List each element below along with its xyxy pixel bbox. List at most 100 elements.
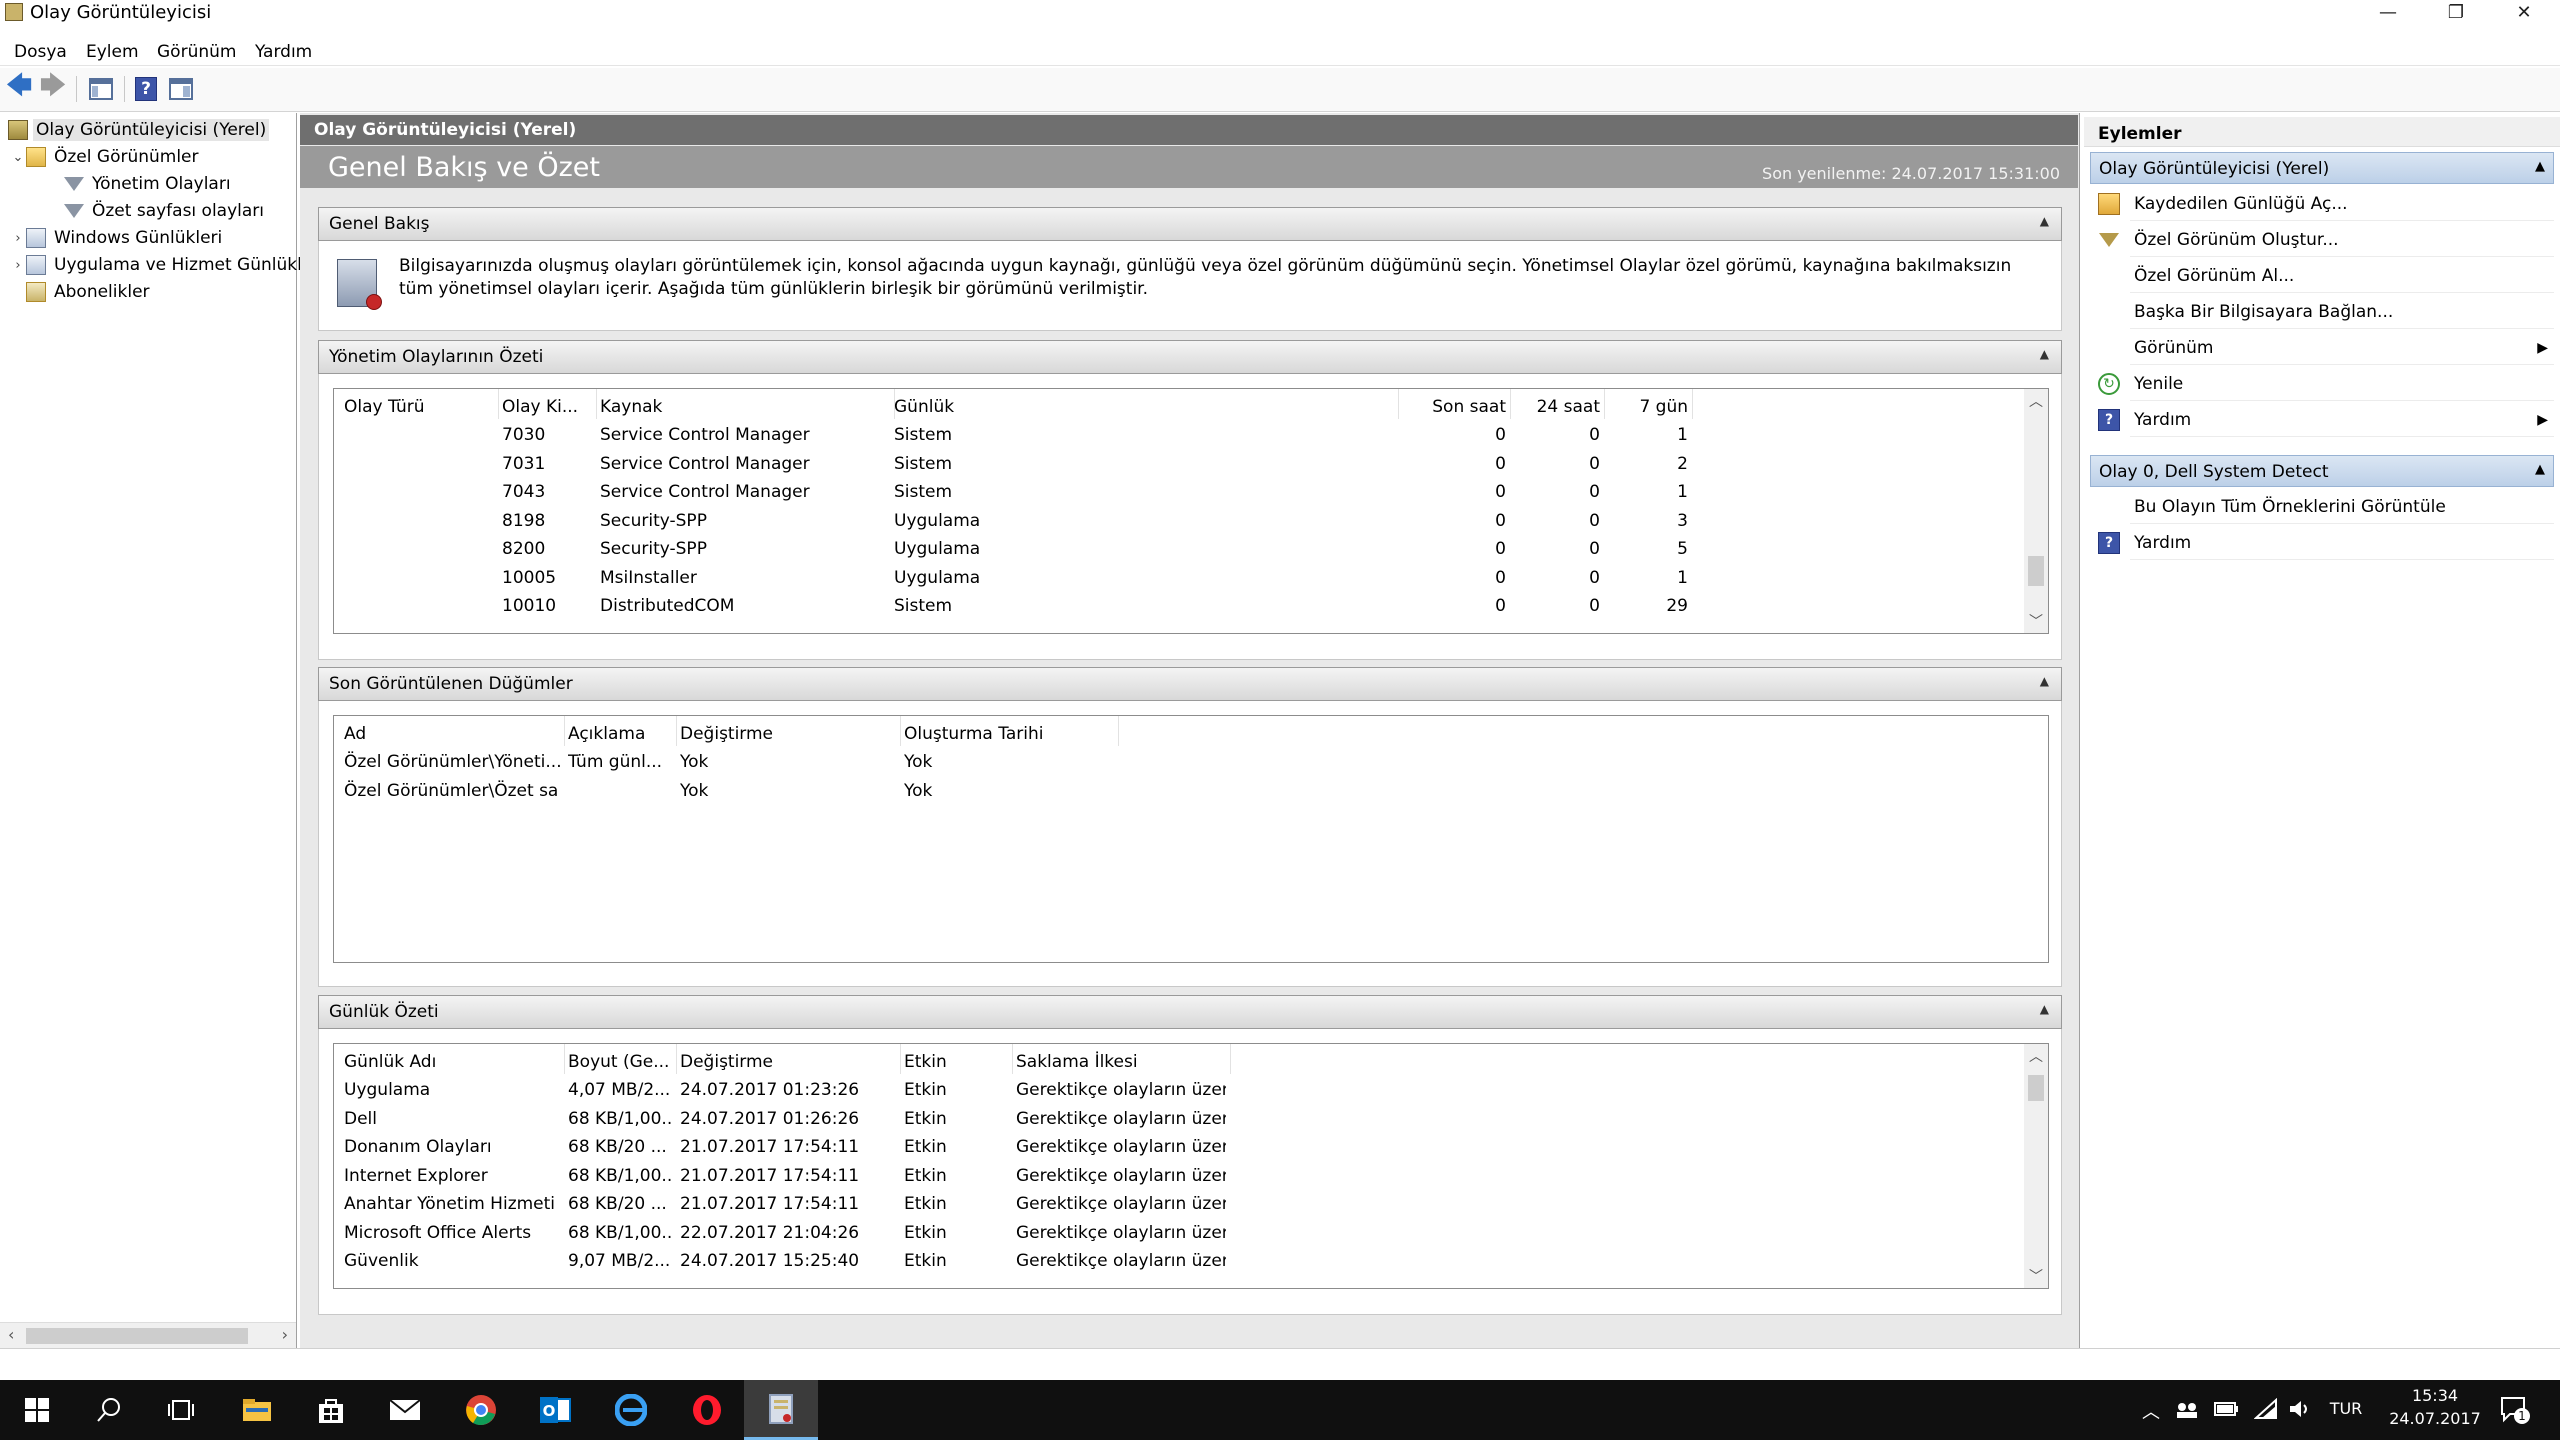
action-view-all-instances[interactable]: Bu Olayın Tüm Örneklerini Görüntüle: [2090, 490, 2554, 524]
close-button[interactable]: ✕: [2490, 0, 2558, 24]
edge-icon[interactable]: [594, 1380, 668, 1440]
table-row[interactable]: Anahtar Yönetim Hizmeti 68 KB/20 ... 21.07…: [334, 1192, 2024, 1218]
column-divider[interactable]: [676, 716, 677, 746]
column-header[interactable]: Olay Ki...: [502, 395, 592, 419]
table-row[interactable]: 10010 DistributedCOM Sistem 0 0 29: [334, 594, 2024, 620]
tree-item-custom-views[interactable]: ⌄ Özel Görünümler: [10, 144, 202, 170]
scroll-thumb[interactable]: [26, 1328, 248, 1344]
scroll-down-icon[interactable]: ﹀: [2029, 611, 2043, 631]
menu-yardim[interactable]: Yardım: [255, 42, 312, 62]
column-header[interactable]: Etkin: [904, 1050, 1008, 1074]
tree-item-event-viewer-local[interactable]: Olay Görüntüleyicisi (Yerel): [8, 117, 270, 143]
column-header[interactable]: Saklama İlkesi: [1016, 1050, 1226, 1074]
column-header[interactable]: Günlük: [894, 395, 1394, 419]
tree-item-subscriptions[interactable]: Abonelikler: [26, 279, 153, 305]
overview-section-header[interactable]: Genel Bakış ▲: [318, 207, 2062, 241]
column-header[interactable]: Oluşturma Tarihi: [904, 722, 1114, 746]
column-header[interactable]: Son saat: [1408, 395, 1506, 419]
menu-gorunum[interactable]: Görünüm: [157, 42, 236, 62]
start-icon[interactable]: [0, 1380, 74, 1440]
collapse-icon[interactable]: ▲: [2040, 674, 2049, 688]
table-row[interactable]: 7043 Service Control Manager Sistem 0 0 1: [334, 480, 2024, 506]
menu-dosya[interactable]: Dosya: [14, 42, 67, 62]
clock[interactable]: 15:34 24.07.2017: [2378, 1386, 2492, 1428]
column-divider[interactable]: [498, 389, 499, 419]
column-divider[interactable]: [676, 1044, 677, 1074]
action-group-event-viewer-local[interactable]: Olay Görüntüleyicisi (Yerel) ▲: [2090, 152, 2554, 184]
column-header[interactable]: Boyut (Ge...: [568, 1050, 672, 1074]
action-help[interactable]: ? Yardım ▶: [2090, 403, 2554, 437]
table-row[interactable]: 8198 Security-SPP Uygulama 0 0 3: [334, 509, 2024, 535]
column-header[interactable]: 24 saat: [1520, 395, 1600, 419]
maximize-button[interactable]: ❐: [2422, 0, 2490, 24]
console-tree[interactable]: Olay Görüntüleyicisi (Yerel) ⌄ Özel Görü…: [0, 113, 302, 1348]
file-explorer-icon[interactable]: [220, 1380, 294, 1440]
table-row[interactable]: Özel Görünümler\Özet sa... Yok Yok: [334, 779, 2024, 805]
column-divider[interactable]: [596, 389, 597, 419]
column-header[interactable]: Değiştirme: [680, 1050, 896, 1074]
scroll-thumb[interactable]: [2028, 1074, 2044, 1101]
scroll-thumb[interactable]: [2028, 555, 2044, 586]
action-refresh[interactable]: ↻ Yenile: [2090, 367, 2554, 401]
menu-eylem[interactable]: Eylem: [86, 42, 139, 62]
table-row[interactable]: Internet Explorer 68 KB/1,00... 21.07.2017…: [334, 1164, 2024, 1190]
back-arrow-icon[interactable]: 🡄: [4, 71, 34, 104]
column-divider[interactable]: [900, 1044, 901, 1074]
show-hide-console-tree-icon[interactable]: [86, 74, 116, 104]
battery-icon[interactable]: [2214, 1400, 2240, 1423]
column-header[interactable]: Olay Türü: [344, 395, 494, 419]
collapse-icon[interactable]: ▲: [2535, 159, 2545, 174]
recent-nodes-table[interactable]: Ad Açıklama Değiştirme Oluşturma Tarihi Özel…: [333, 715, 2049, 963]
log-summary-section-header[interactable]: Günlük Özeti ▲: [318, 995, 2062, 1029]
wifi-icon[interactable]: [2253, 1397, 2278, 1425]
volume-icon[interactable]: [2288, 1398, 2312, 1425]
recent-nodes-section-header[interactable]: Son Görüntülenen Düğümler ▲: [318, 667, 2062, 701]
column-divider[interactable]: [564, 1044, 565, 1074]
tree-horizontal-scrollbar[interactable]: ‹ ›: [0, 1322, 296, 1348]
scroll-up-icon[interactable]: ︿: [2029, 1046, 2043, 1066]
mail-icon[interactable]: [368, 1380, 442, 1440]
vertical-scrollbar[interactable]: ︿ ﹀: [2024, 389, 2048, 633]
column-divider[interactable]: [1118, 716, 1119, 746]
action-group-event-dell-system-detect[interactable]: Olay 0, Dell System Detect ▲: [2090, 455, 2554, 487]
table-row[interactable]: 7030 Service Control Manager Sistem 0 0 1: [334, 423, 2024, 449]
outlook-icon[interactable]: O: [518, 1380, 592, 1440]
column-header[interactable]: Açıklama: [568, 722, 672, 746]
table-row[interactable]: 7031 Service Control Manager Sistem 0 0 2: [334, 452, 2024, 478]
scroll-right-icon[interactable]: ›: [282, 1325, 288, 1344]
column-header[interactable]: 7 gün: [1616, 395, 1688, 419]
chevron-right-icon[interactable]: ›: [10, 231, 26, 246]
forward-arrow-icon[interactable]: 🡆: [38, 71, 68, 104]
column-divider[interactable]: [1230, 1044, 1231, 1074]
people-icon[interactable]: [2176, 1400, 2198, 1425]
vertical-scrollbar[interactable]: ︿ ﹀: [2024, 1044, 2048, 1288]
table-row[interactable]: 8200 Security-SPP Uygulama 0 0 5: [334, 537, 2024, 563]
column-header[interactable]: Değiştirme: [680, 722, 896, 746]
column-divider[interactable]: [1604, 389, 1605, 419]
task-view-icon[interactable]: [144, 1380, 218, 1440]
column-divider[interactable]: [900, 716, 901, 746]
tree-item-app-service-logs[interactable]: › Uygulama ve Hizmet Günlükl: [10, 252, 305, 278]
show-hide-action-pane-icon[interactable]: [166, 74, 196, 104]
column-divider[interactable]: [1012, 1044, 1013, 1074]
column-divider[interactable]: [1398, 389, 1399, 419]
chevron-down-icon[interactable]: ⌄: [10, 150, 26, 165]
action-connect-to-computer[interactable]: Başka Bir Bilgisayara Bağlan...: [2090, 295, 2554, 329]
column-header[interactable]: Günlük Adı: [344, 1050, 560, 1074]
action-center-icon[interactable]: 1: [2500, 1396, 2530, 1429]
help-icon[interactable]: ?: [131, 74, 161, 104]
chrome-icon[interactable]: [444, 1380, 518, 1440]
event-viewer-taskbar-icon[interactable]: [744, 1380, 818, 1440]
tree-item-administrative-events[interactable]: Yönetim Olayları: [64, 171, 234, 197]
column-header[interactable]: Ad: [344, 722, 560, 746]
table-row[interactable]: Dell 68 KB/1,00... 24.07.2017 01:26:26 Etki…: [334, 1107, 2024, 1133]
column-header[interactable]: Kaynak: [600, 395, 890, 419]
action-event-help[interactable]: ? Yardım: [2090, 526, 2554, 560]
collapse-icon[interactable]: ▲: [2040, 214, 2049, 228]
scroll-down-icon[interactable]: ﹀: [2029, 1266, 2043, 1286]
admin-events-section-header[interactable]: Yönetim Olaylarının Özeti ▲: [318, 340, 2062, 374]
search-icon[interactable]: [72, 1380, 146, 1440]
column-divider[interactable]: [564, 716, 565, 746]
log-summary-table[interactable]: ︿ ﹀ Günlük Adı Boyut (Ge... Değiştirme Etki…: [333, 1043, 2049, 1289]
show-hidden-icons[interactable]: ︿: [2142, 1398, 2160, 1424]
